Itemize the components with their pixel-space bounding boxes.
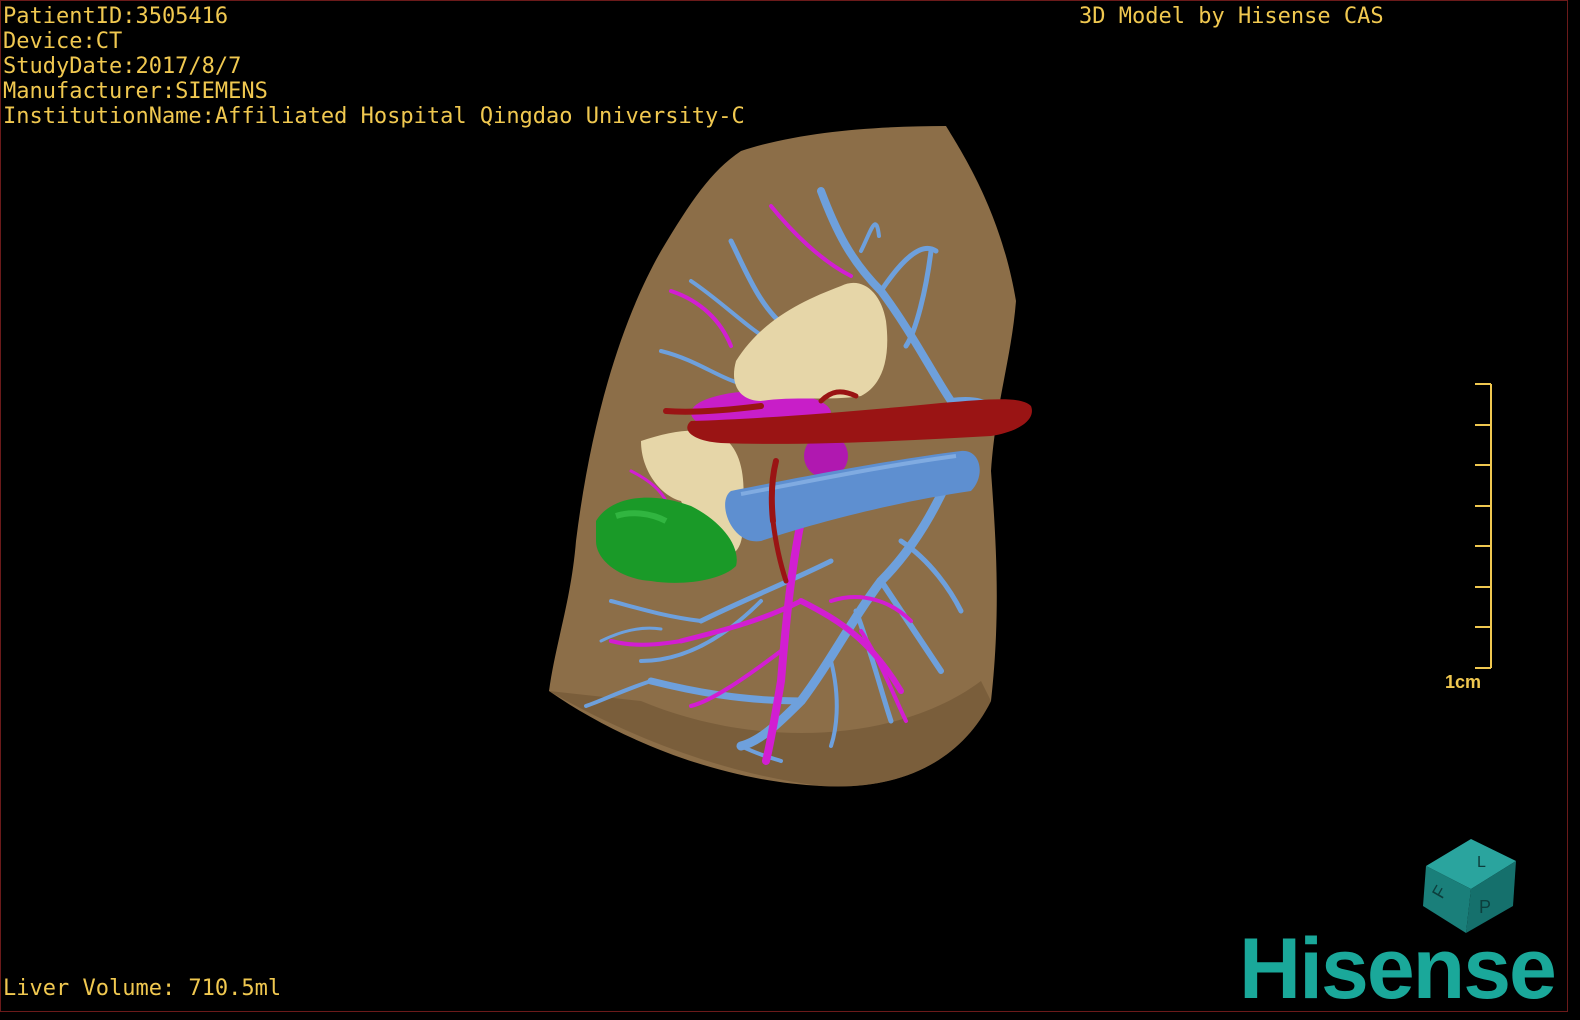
liver-3d-model[interactable]: F L P bbox=[1, 1, 1567, 1011]
patient-id: PatientID:3505416 bbox=[3, 4, 229, 29]
dicom-info-overlay: PatientID:3505416 Device:CT StudyDate:20… bbox=[3, 4, 745, 129]
orientation-cube[interactable]: F L P bbox=[1423, 839, 1516, 933]
device: Device:CT bbox=[3, 29, 123, 54]
cube-face-p: P bbox=[1479, 897, 1491, 917]
model-brand-caption: 3D Model by Hisense CAS bbox=[1079, 4, 1384, 29]
institution-name: InstitutionName:Affiliated Hospital Qing… bbox=[3, 104, 745, 129]
study-date: StudyDate:2017/8/7 bbox=[3, 54, 242, 79]
manufacturer: Manufacturer:SIEMENS bbox=[3, 79, 268, 104]
3d-viewport[interactable]: F L P PatientID:3505416 Device:CT StudyD… bbox=[0, 0, 1568, 1012]
scale-label: 1cm bbox=[1445, 672, 1482, 692]
hisense-logo: Hisense bbox=[1239, 921, 1557, 1012]
scale-bar bbox=[1475, 383, 1492, 669]
cube-face-l: L bbox=[1477, 854, 1486, 871]
liver-volume-readout: Liver Volume: 710.5ml bbox=[3, 976, 282, 1001]
